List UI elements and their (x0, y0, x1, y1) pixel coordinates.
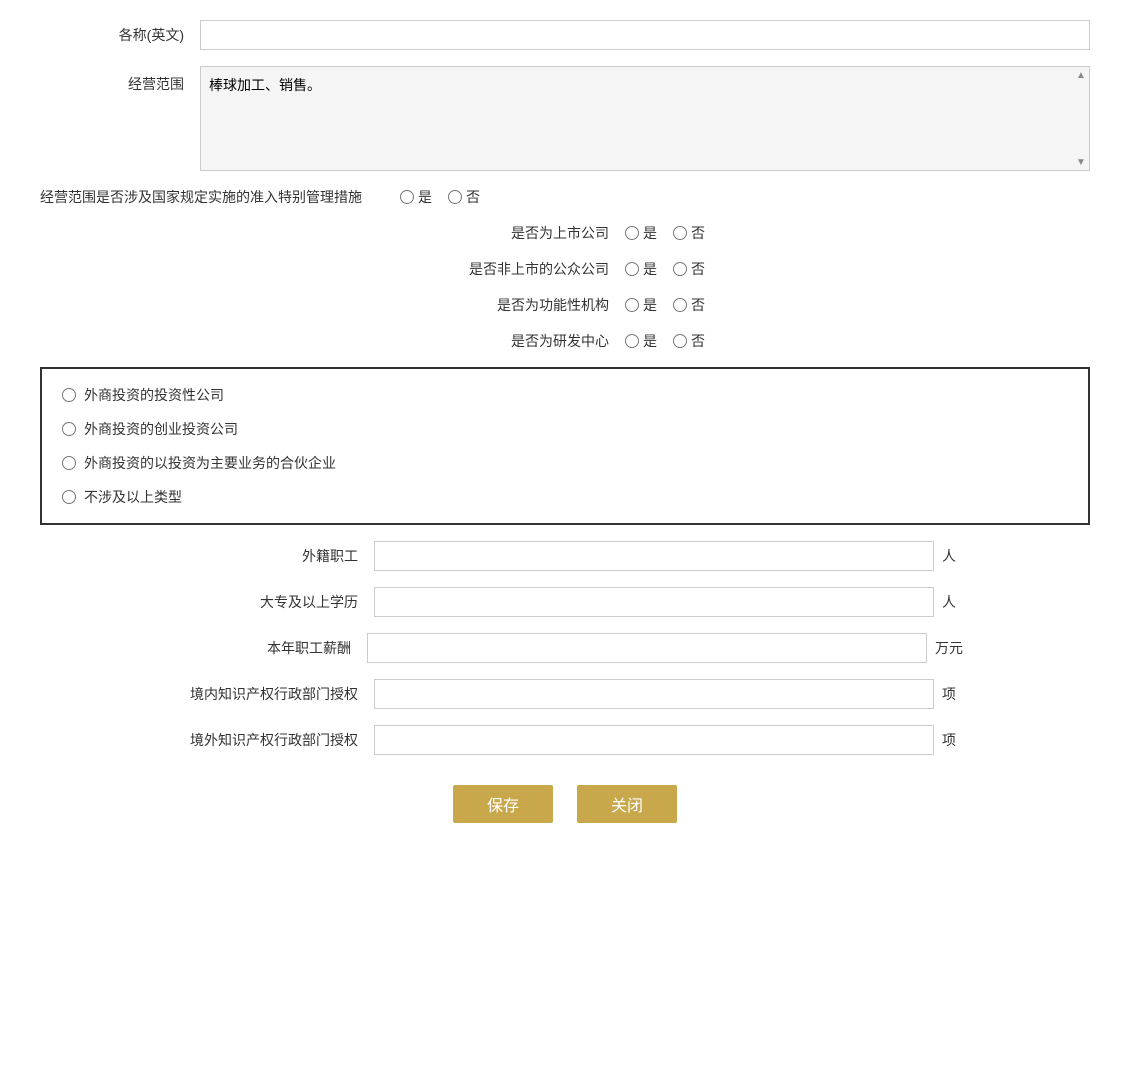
functional-no-label[interactable]: 否 (691, 295, 705, 315)
special-management-label: 经营范围是否涉及国家规定实施的准入特别管理措施 (40, 187, 400, 207)
college-degree-row: 大专及以上学历 人 (40, 587, 1090, 617)
rd-yes[interactable]: 是 (625, 331, 657, 351)
non-listed-no-label[interactable]: 否 (691, 259, 705, 279)
name-en-input[interactable] (200, 20, 1090, 50)
listed-company-row: 是否为上市公司 是 否 (40, 223, 1090, 243)
non-listed-yes-label[interactable]: 是 (643, 259, 657, 279)
functional-yes-label[interactable]: 是 (643, 295, 657, 315)
domestic-ip-row: 境内知识产权行政部门授权 项 (40, 679, 1090, 709)
investment-type-1[interactable]: 外商投资的投资性公司 (62, 385, 1068, 405)
salary-unit: 万元 (935, 638, 963, 658)
special-management-no[interactable]: 否 (448, 187, 480, 207)
foreign-ip-label: 境外知识产权行政部门授权 (174, 730, 374, 750)
foreign-worker-input[interactable] (374, 541, 934, 571)
foreign-ip-row: 境外知识产权行政部门授权 项 (40, 725, 1090, 755)
scrollbar: ▲ ▼ (1073, 67, 1089, 170)
business-scope-wrapper: 棒球加工、销售。 ▲ ▼ (200, 66, 1090, 171)
business-scope-label: 经营范围 (40, 66, 200, 94)
special-management-row: 经营范围是否涉及国家规定实施的准入特别管理措施 是 否 (40, 187, 1090, 207)
special-management-yes-label[interactable]: 是 (418, 187, 432, 207)
salary-input[interactable] (367, 633, 927, 663)
college-degree-unit: 人 (942, 592, 956, 612)
functional-radio-group: 是 否 (625, 295, 705, 315)
business-scope-row: 经营范围 棒球加工、销售。 ▲ ▼ (40, 66, 1090, 171)
rd-yes-label[interactable]: 是 (643, 331, 657, 351)
rd-center-row: 是否为研发中心 是 否 (40, 331, 1090, 351)
investment-type-3[interactable]: 外商投资的以投资为主要业务的合伙企业 (62, 453, 1068, 473)
non-listed-yes[interactable]: 是 (625, 259, 657, 279)
rd-no-label[interactable]: 否 (691, 331, 705, 351)
investment-type-box: 外商投资的投资性公司 外商投资的创业投资公司 外商投资的以投资为主要业务的合伙企… (40, 367, 1090, 525)
foreign-ip-input[interactable] (374, 725, 934, 755)
foreign-worker-label: 外籍职工 (174, 546, 374, 566)
functional-institution-row: 是否为功能性机构 是 否 (40, 295, 1090, 315)
listed-yes-label[interactable]: 是 (643, 223, 657, 243)
listed-company-label: 是否为上市公司 (425, 223, 625, 243)
listed-no[interactable]: 否 (673, 223, 705, 243)
close-button[interactable]: 关闭 (577, 785, 677, 823)
listed-company-radio-group: 是 否 (625, 223, 705, 243)
listed-no-label[interactable]: 否 (691, 223, 705, 243)
special-management-no-label[interactable]: 否 (466, 187, 480, 207)
rd-radio-group: 是 否 (625, 331, 705, 351)
investment-type-4-label[interactable]: 不涉及以上类型 (84, 487, 182, 507)
non-listed-radio-group: 是 否 (625, 259, 705, 279)
foreign-ip-unit: 项 (942, 730, 956, 750)
buttons-row: 保存 关闭 (40, 785, 1090, 823)
domestic-ip-input[interactable] (374, 679, 934, 709)
name-en-label: 各称(英文) (40, 25, 200, 45)
non-listed-no[interactable]: 否 (673, 259, 705, 279)
college-degree-label: 大专及以上学历 (174, 592, 374, 612)
investment-type-2-label[interactable]: 外商投资的创业投资公司 (84, 419, 238, 439)
functional-label: 是否为功能性机构 (425, 295, 625, 315)
investment-type-1-label[interactable]: 外商投资的投资性公司 (84, 385, 224, 405)
foreign-worker-row: 外籍职工 人 (40, 541, 1090, 571)
domestic-ip-unit: 项 (942, 684, 956, 704)
domestic-ip-label: 境内知识产权行政部门授权 (174, 684, 374, 704)
functional-no[interactable]: 否 (673, 295, 705, 315)
investment-type-2[interactable]: 外商投资的创业投资公司 (62, 419, 1068, 439)
salary-label: 本年职工薪酬 (167, 638, 367, 658)
non-listed-public-row: 是否非上市的公众公司 是 否 (40, 259, 1090, 279)
foreign-worker-unit: 人 (942, 546, 956, 566)
name-en-row: 各称(英文) (40, 20, 1090, 50)
scroll-down-icon[interactable]: ▼ (1075, 156, 1087, 168)
salary-row: 本年职工薪酬 万元 (40, 633, 1090, 663)
rd-no[interactable]: 否 (673, 331, 705, 351)
listed-yes[interactable]: 是 (625, 223, 657, 243)
investment-type-4[interactable]: 不涉及以上类型 (62, 487, 1068, 507)
functional-yes[interactable]: 是 (625, 295, 657, 315)
investment-type-3-label[interactable]: 外商投资的以投资为主要业务的合伙企业 (84, 453, 336, 473)
non-listed-label: 是否非上市的公众公司 (425, 259, 625, 279)
business-scope-textarea[interactable]: 棒球加工、销售。 (201, 67, 1089, 167)
special-management-radio-group: 是 否 (400, 187, 480, 207)
college-degree-input[interactable] (374, 587, 934, 617)
rd-center-label: 是否为研发中心 (425, 331, 625, 351)
save-button[interactable]: 保存 (453, 785, 553, 823)
special-management-yes[interactable]: 是 (400, 187, 432, 207)
form-section: 各称(英文) 经营范围 棒球加工、销售。 ▲ ▼ 经营范围是否涉及国家规定实施的… (40, 20, 1090, 823)
scroll-up-icon[interactable]: ▲ (1075, 69, 1087, 81)
